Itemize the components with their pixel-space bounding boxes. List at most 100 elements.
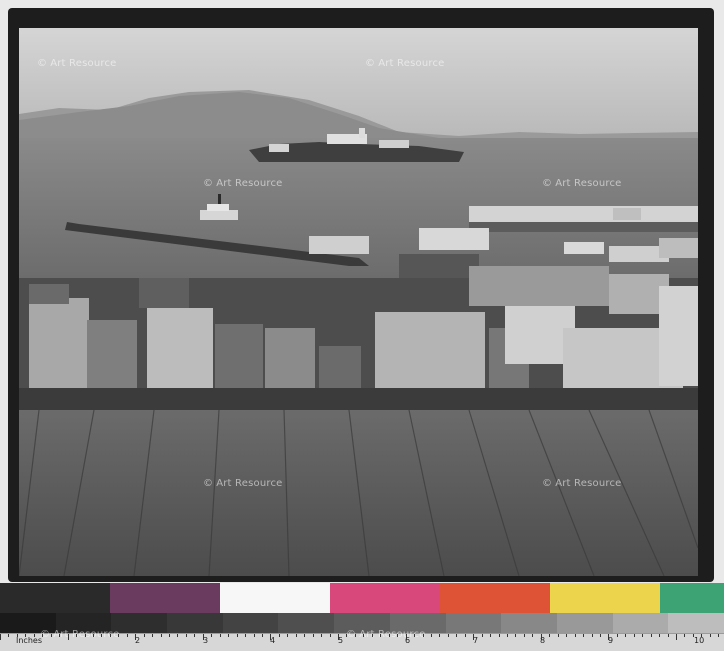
ruler-tick xyxy=(709,634,711,637)
ruler-tick xyxy=(76,634,78,637)
ruler-tick xyxy=(270,634,272,640)
white-patch xyxy=(220,583,330,613)
ruler-tick xyxy=(185,634,187,637)
ruler-tick xyxy=(295,634,297,637)
ruler-tick xyxy=(8,634,10,637)
ruler-tick xyxy=(430,634,432,637)
ruler-tick xyxy=(456,634,458,637)
gray-step xyxy=(612,613,669,633)
ruler-tick xyxy=(152,634,154,637)
red-patch xyxy=(440,583,550,613)
ruler-tick xyxy=(701,634,703,637)
ruler-tick xyxy=(92,634,94,637)
gray-step xyxy=(501,613,557,633)
yellow-patch xyxy=(550,583,660,613)
ruler-tick xyxy=(439,634,441,637)
ruler-tick xyxy=(540,634,542,640)
ruler-tick xyxy=(684,634,686,637)
ruler-tick xyxy=(557,634,559,637)
gray-step xyxy=(556,613,613,633)
ruler-tick xyxy=(33,634,35,637)
ruler-tick xyxy=(414,634,416,637)
ruler-tick xyxy=(228,634,230,637)
ruler-number: 10 xyxy=(694,636,705,645)
ruler-tick xyxy=(329,634,331,637)
ruler-tick xyxy=(346,634,348,637)
parapet-wall xyxy=(19,388,698,410)
ruler-tick xyxy=(202,634,204,640)
watermark: © Art Resource xyxy=(542,478,622,489)
ruler-tick xyxy=(405,634,407,640)
ruler-tick xyxy=(616,634,618,637)
ruler-tick xyxy=(143,634,145,637)
ruler-tick xyxy=(304,634,306,637)
watermark: © Art Resource xyxy=(203,478,283,489)
photo-scene xyxy=(19,28,698,576)
ruler-tick xyxy=(177,634,179,637)
ruler-tick xyxy=(371,634,373,637)
ruler-tick xyxy=(50,634,52,637)
ruler-tick xyxy=(566,634,568,637)
ruler-tick xyxy=(397,634,399,637)
magenta-patch xyxy=(330,583,440,613)
ruler-tick xyxy=(633,634,635,637)
watermark: © Art Resource xyxy=(365,58,445,69)
black-patch xyxy=(0,583,110,613)
ruler-tick xyxy=(338,634,339,640)
ruler-tick xyxy=(608,634,610,640)
gray-step xyxy=(445,613,502,633)
ruler-tick xyxy=(160,634,162,637)
ruler-tick xyxy=(287,634,289,637)
ruler-tick xyxy=(583,634,585,637)
ruler-tick xyxy=(245,634,247,637)
city-buildings xyxy=(19,266,698,388)
purple-patch xyxy=(110,583,220,613)
ruler-tick xyxy=(490,634,492,637)
ruler-tick xyxy=(211,634,213,637)
ruler-tick xyxy=(16,634,18,637)
photograph-alcatraz-view: © Art Resource © Art Resource © Art Resourc… xyxy=(19,28,698,576)
ruler-tick xyxy=(523,634,525,637)
ruler-tick xyxy=(599,634,601,637)
ruler-tick xyxy=(354,634,356,637)
ruler-tick xyxy=(278,634,280,637)
gray-step xyxy=(167,613,223,633)
ruler-tick xyxy=(515,634,517,637)
ruler-tick xyxy=(109,634,111,637)
gray-step xyxy=(668,613,724,633)
ruler-tick xyxy=(718,634,720,637)
ruler-tick xyxy=(591,634,593,637)
ruler-tick xyxy=(447,634,449,637)
watermark: © Art Resource xyxy=(542,178,622,189)
ruler-tick xyxy=(574,634,576,637)
ruler-tick xyxy=(549,634,551,637)
ruler-tick xyxy=(42,634,44,637)
ruler-tick xyxy=(219,634,221,637)
gray-step xyxy=(222,613,279,633)
ruler-tick xyxy=(363,634,365,637)
watermark: © Art Resource xyxy=(40,629,120,640)
ruler-tick xyxy=(312,634,314,637)
inch-ruler: Inches 2 3 4 5 6 7 8 9 10 © Art Resource … xyxy=(0,629,724,651)
ruler-tick xyxy=(676,634,677,640)
ruler-tick xyxy=(169,634,170,637)
ruler-unit-label: Inches xyxy=(16,636,42,645)
ruler-tick xyxy=(0,634,1,640)
ruler-tick xyxy=(321,634,323,637)
ruler-tick xyxy=(126,634,128,637)
color-calibration-strip xyxy=(0,583,724,613)
ruler-tick xyxy=(642,634,644,637)
ruler-tick xyxy=(236,634,238,637)
ruler-tick xyxy=(101,634,103,637)
ruler-tick xyxy=(388,634,390,637)
ruler-tick xyxy=(481,634,483,637)
ruler-tick xyxy=(67,634,69,640)
gray-step xyxy=(278,613,335,633)
ruler-tick xyxy=(498,634,500,637)
ruler-tick xyxy=(464,634,466,637)
watermark: © Art Resource xyxy=(37,58,117,69)
ruler-tick xyxy=(194,634,196,637)
ruler-tick xyxy=(253,634,255,637)
ruler-tick xyxy=(118,634,120,637)
ruler-tick xyxy=(667,634,669,637)
